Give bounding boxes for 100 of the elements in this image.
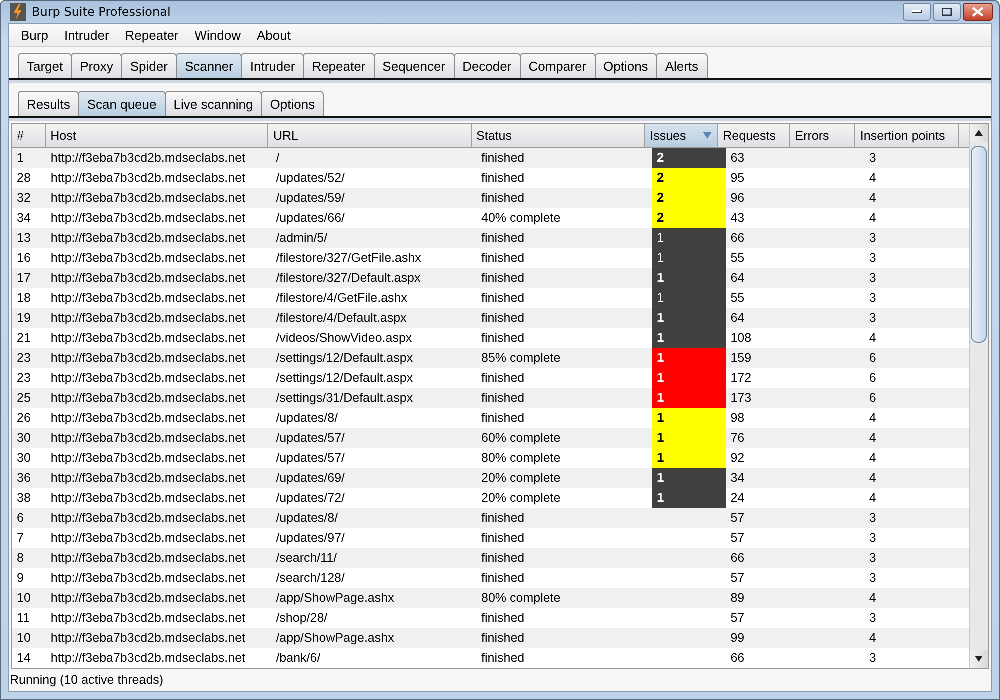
scroll-down-button[interactable]	[970, 650, 988, 668]
column-header[interactable]: URL	[268, 124, 472, 147]
tab[interactable]: Results	[18, 91, 80, 116]
table-cell-text: /	[275, 150, 281, 167]
column-header[interactable]: #	[12, 124, 46, 147]
table-cell-text: 4	[868, 450, 878, 467]
table-cell-text: 4	[868, 470, 878, 487]
table-cell-text: /updates/8/	[275, 510, 340, 527]
table-cell-text: 16	[16, 250, 32, 267]
table-cell-text: 66	[730, 550, 746, 567]
table-cell-text: 7	[16, 530, 25, 547]
table-cell-text: http://f3eba7b3cd2b.mdseclabs.net	[50, 390, 247, 407]
table-cell-text: 85% complete	[480, 350, 562, 367]
table-cell-text: 19	[16, 310, 32, 327]
menu-item[interactable]: About	[249, 28, 299, 42]
table-cell-text: http://f3eba7b3cd2b.mdseclabs.net	[50, 350, 247, 367]
table-cell-text: 80% complete	[480, 450, 562, 467]
maximize-button[interactable]	[933, 3, 961, 21]
column-header[interactable]: Host	[46, 124, 268, 147]
vertical-scrollbar[interactable]	[969, 124, 988, 668]
table-cell-text: 3	[868, 250, 878, 267]
table-cell-text: 20% complete	[480, 490, 562, 507]
menu-item[interactable]: Burp	[13, 28, 56, 42]
table-cell-text: http://f3eba7b3cd2b.mdseclabs.net	[50, 370, 247, 387]
column-header[interactable]: Requests	[718, 124, 790, 147]
table-cell-text: 57	[730, 530, 746, 547]
tab[interactable]: Target	[18, 53, 72, 78]
column-header[interactable]: Insertion points	[855, 124, 960, 147]
minimize-button[interactable]	[903, 3, 931, 21]
table-cell-text: 23	[16, 370, 32, 387]
table-cell-text: 3	[868, 510, 878, 527]
menu-item[interactable]: Intruder	[56, 28, 118, 42]
menu-item[interactable]: Repeater	[117, 28, 187, 42]
table-cell-text: finished	[480, 290, 526, 307]
issue-count-cell: 1	[652, 288, 726, 308]
issue-count-cell: 2	[652, 168, 726, 188]
tab[interactable]: Spider	[121, 53, 177, 78]
table-cell-text: 4	[868, 490, 878, 507]
tab[interactable]: Intruder	[241, 53, 304, 78]
close-button[interactable]	[963, 3, 993, 21]
table-cell-text: 159	[730, 350, 753, 367]
table-cell-text: /search/128/	[275, 570, 346, 587]
issue-count-cell: 1	[652, 368, 726, 388]
table-cell-text: http://f3eba7b3cd2b.mdseclabs.net	[50, 310, 247, 327]
issue-count-cell: 1	[652, 248, 726, 268]
tab[interactable]: Scanner	[176, 53, 242, 78]
issue-count-cell: 1	[652, 348, 726, 368]
table-cell-text: /updates/97/	[275, 530, 346, 547]
issue-count-cell: 1	[652, 448, 726, 468]
tab[interactable]: Decoder	[454, 53, 521, 78]
table-cell-text: 57	[730, 570, 746, 587]
table-cell-text: http://f3eba7b3cd2b.mdseclabs.net	[50, 270, 247, 287]
table-cell-text: 3	[868, 610, 878, 627]
tab[interactable]: Repeater	[303, 53, 375, 78]
table-cell-text: 40% complete	[480, 210, 562, 227]
table-cell-text: http://f3eba7b3cd2b.mdseclabs.net	[50, 410, 247, 427]
table-cell-text: 3	[868, 270, 878, 287]
tab[interactable]: Options	[594, 53, 658, 78]
table-cell-text: http://f3eba7b3cd2b.mdseclabs.net	[50, 170, 247, 187]
table-cell-text: 32	[16, 190, 32, 207]
table-cell-text: 6	[16, 510, 25, 527]
column-header[interactable]: Issues	[645, 124, 718, 147]
tab[interactable]: Scan queue	[78, 91, 166, 116]
scroll-thumb[interactable]	[971, 146, 987, 343]
table-cell-text: 98	[730, 410, 746, 427]
table-cell-text: /filestore/4/Default.aspx	[275, 310, 408, 327]
table-cell-text: 3	[868, 150, 878, 167]
tab[interactable]: Live scanning	[164, 91, 262, 116]
issue-count-cell: 1	[652, 328, 726, 348]
table-cell-text: /updates/66/	[275, 210, 346, 227]
issue-count-cell: 1	[652, 468, 726, 488]
column-header[interactable]: Errors	[790, 124, 856, 147]
table-cell-text: 4	[868, 210, 878, 227]
tab[interactable]: Proxy	[71, 53, 122, 78]
tab[interactable]: Sequencer	[374, 53, 455, 78]
table-cell-text: /filestore/327/GetFile.ashx	[275, 250, 422, 267]
issue-count-cell: 1	[652, 308, 726, 328]
table-cell-text: 30	[16, 450, 32, 467]
table-cell-text: 4	[868, 410, 878, 427]
scroll-up-button[interactable]	[970, 124, 988, 142]
table-cell-text: 18	[16, 290, 32, 307]
table-cell-text: 21	[16, 330, 32, 347]
down-arrow-icon	[975, 656, 983, 662]
table-cell-text: http://f3eba7b3cd2b.mdseclabs.net	[50, 290, 247, 307]
table-cell-text: 89	[730, 590, 746, 607]
table-cell-text: finished	[480, 530, 526, 547]
tab[interactable]: Comparer	[520, 53, 596, 78]
table-cell-text: 34	[730, 470, 746, 487]
status-bar-text: Running (10 active threads)	[9, 672, 165, 689]
table-cell-text: 6	[868, 370, 878, 387]
table-cell-text: finished	[480, 310, 526, 327]
menu-item[interactable]: Window	[186, 28, 250, 42]
table-cell-text: finished	[480, 330, 526, 347]
tab[interactable]: Alerts	[656, 53, 708, 78]
issue-count-cell: 2	[652, 148, 726, 168]
table-cell-text: http://f3eba7b3cd2b.mdseclabs.net	[50, 250, 247, 267]
tab[interactable]: Options	[261, 91, 324, 116]
table-cell-text: /filestore/327/Default.aspx	[275, 270, 422, 287]
table-cell-text: /filestore/4/GetFile.ashx	[275, 290, 408, 307]
table-cell-text: 24	[730, 490, 746, 507]
